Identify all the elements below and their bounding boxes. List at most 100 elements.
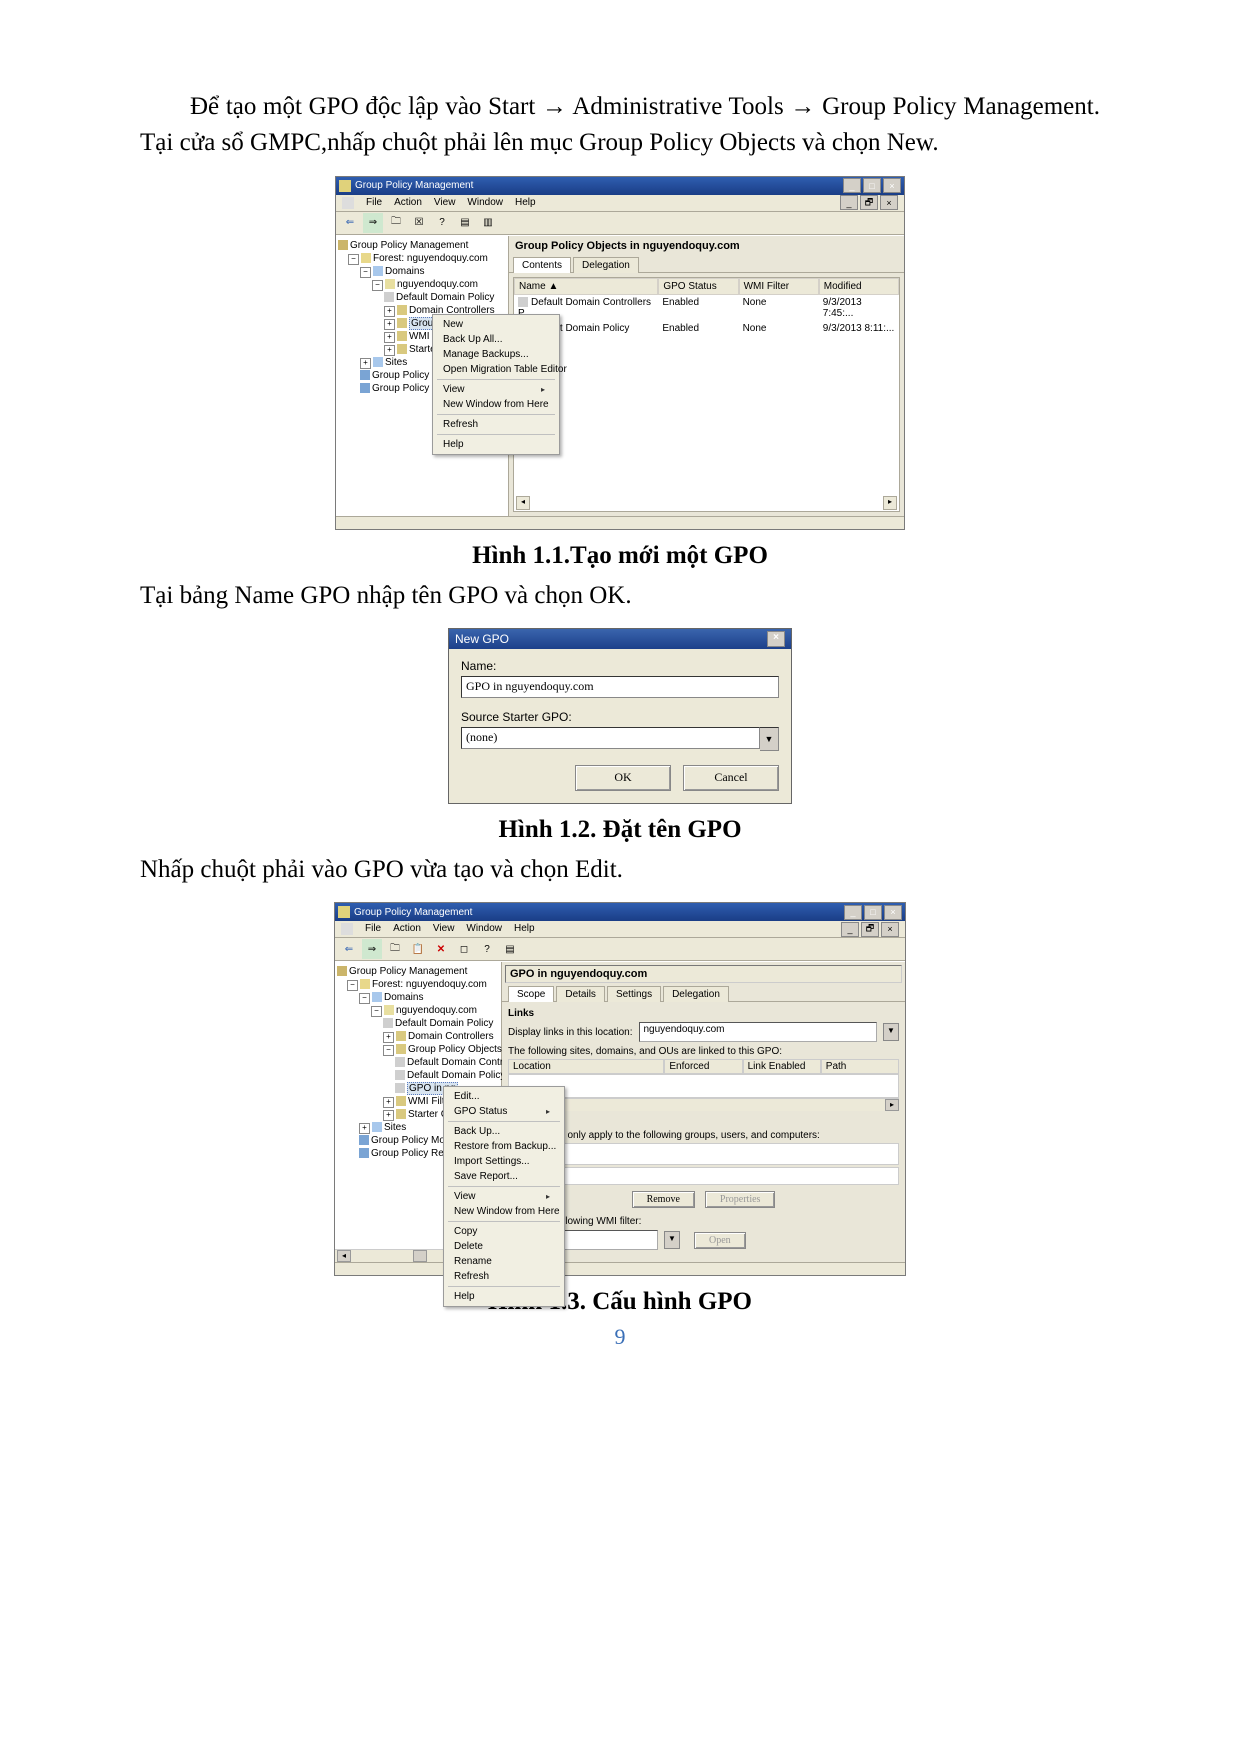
titlebar[interactable]: Group Policy Management _ □ × xyxy=(336,177,904,195)
refresh-button[interactable]: 🗀 xyxy=(386,213,406,233)
menu-window[interactable]: Window xyxy=(467,197,503,209)
tree-dc[interactable]: Domain Controllers xyxy=(408,1031,494,1042)
mdi-close[interactable]: × xyxy=(881,922,899,937)
ctx-new-window[interactable]: New Window from Here xyxy=(444,1204,564,1219)
tree-forest[interactable]: Forest: nguyendoquy.com xyxy=(372,979,487,990)
menu-help[interactable]: Help xyxy=(515,197,536,209)
links-list[interactable] xyxy=(508,1074,899,1098)
tree-domain[interactable]: nguyendoquy.com xyxy=(397,279,478,290)
menu-action[interactable]: Action xyxy=(394,197,422,209)
properties-button[interactable]: ☒ xyxy=(409,213,429,233)
forward-button[interactable]: ⇒ xyxy=(363,213,383,233)
security-list[interactable] xyxy=(508,1167,899,1185)
tree-forest[interactable]: Forest: nguyendoquy.com xyxy=(373,253,488,264)
hdr-name[interactable]: Name ▲ xyxy=(514,278,658,295)
menubar[interactable]: File Action View Window Help _ 🗗 × xyxy=(335,921,905,938)
ctx-edit[interactable]: Edit... xyxy=(444,1089,564,1104)
hscrollbar[interactable]: ◂ ▸ xyxy=(514,497,899,509)
name-input[interactable] xyxy=(461,676,779,698)
dropdown-button[interactable]: ▼ xyxy=(883,1023,899,1041)
maximize-button[interactable]: □ xyxy=(863,178,881,193)
ctx-help[interactable]: Help xyxy=(444,1289,564,1304)
ctx-delete[interactable]: Delete xyxy=(444,1239,564,1254)
dropdown-button[interactable]: ▼ xyxy=(760,727,779,751)
help-button[interactable]: ? xyxy=(477,939,497,959)
tb-6[interactable]: ◻ xyxy=(454,939,474,959)
toolbar-extra2[interactable]: ▥ xyxy=(478,213,498,233)
tab-delegation[interactable]: Delegation xyxy=(573,257,639,273)
menu-view[interactable]: View xyxy=(434,197,456,209)
hdr-path[interactable]: Path xyxy=(821,1059,899,1074)
dialog-titlebar[interactable]: New GPO × xyxy=(449,629,791,649)
list-row[interactable]: Default Domain Policy Enabled None 9/3/2… xyxy=(514,321,899,336)
mdi-close[interactable]: × xyxy=(880,195,898,210)
back-button[interactable]: ⇐ xyxy=(340,213,360,233)
ctx-manage-backups[interactable]: Manage Backups... xyxy=(433,347,559,362)
ctx-gpo-status[interactable]: GPO Status▸ xyxy=(444,1104,564,1119)
dropdown-button[interactable]: ▼ xyxy=(664,1231,680,1249)
ctx-migration[interactable]: Open Migration Table Editor xyxy=(433,362,559,377)
tree-view[interactable]: Group Policy Management −Forest: nguyend… xyxy=(336,236,509,516)
tab-delegation[interactable]: Delegation xyxy=(663,986,729,1002)
tree-gpo[interactable]: Group Policy Objects xyxy=(408,1044,502,1055)
ctx-new[interactable]: New xyxy=(433,317,559,332)
ctx-view[interactable]: View▸ xyxy=(444,1189,564,1204)
ctx-help[interactable]: Help xyxy=(433,437,559,452)
starter-combobox[interactable]: ▼ xyxy=(461,727,779,751)
scroll-right[interactable]: ▸ xyxy=(885,1099,899,1111)
ctx-import[interactable]: Import Settings... xyxy=(444,1154,564,1169)
menu-action[interactable]: Action xyxy=(393,923,421,935)
menubar[interactable]: File Action View Window Help _ 🗗 × xyxy=(336,195,904,212)
scroll-left[interactable]: ◂ xyxy=(337,1250,351,1262)
open-button[interactable]: Open xyxy=(694,1232,746,1249)
mdi-restore[interactable]: 🗗 xyxy=(861,922,879,937)
hdr-enforced[interactable]: Enforced xyxy=(664,1059,742,1074)
tab-contents[interactable]: Contents xyxy=(513,257,571,273)
mdi-min[interactable]: _ xyxy=(840,195,858,210)
tree-ddp[interactable]: Default Domain Policy xyxy=(395,1018,493,1029)
ctx-copy[interactable]: Copy xyxy=(444,1224,564,1239)
tree-view[interactable]: Group Policy Management −Forest: nguyend… xyxy=(335,962,502,1262)
close-button[interactable]: × xyxy=(884,905,902,920)
ok-button[interactable]: OK xyxy=(575,765,671,791)
tb-3[interactable]: 🗀 xyxy=(385,939,405,959)
list-row[interactable]: Default Domain Controllers P... Enabled … xyxy=(514,295,899,321)
ctx-backup-all[interactable]: Back Up All... xyxy=(433,332,559,347)
menu-view[interactable]: View xyxy=(433,923,455,935)
tb-8[interactable]: ▤ xyxy=(500,939,520,959)
tree-ddp[interactable]: Default Domain Policy xyxy=(396,292,494,303)
minimize-button[interactable]: _ xyxy=(844,905,862,920)
ctx-refresh[interactable]: Refresh xyxy=(444,1269,564,1284)
hdr-modified[interactable]: Modified xyxy=(819,278,899,295)
tree-ddp2[interactable]: Default Domain Policy xyxy=(407,1070,505,1081)
menu-window[interactable]: Window xyxy=(466,923,502,935)
mdi-min[interactable]: _ xyxy=(841,922,859,937)
ctx-rename[interactable]: Rename xyxy=(444,1254,564,1269)
menu-help[interactable]: Help xyxy=(514,923,535,935)
ctx-save-report[interactable]: Save Report... xyxy=(444,1169,564,1184)
tree-domains[interactable]: Domains xyxy=(385,266,424,277)
properties-button[interactable]: Properties xyxy=(705,1191,776,1208)
maximize-button[interactable]: □ xyxy=(864,905,882,920)
context-menu[interactable]: New Back Up All... Manage Backups... Ope… xyxy=(432,314,560,455)
ctx-restore[interactable]: Restore from Backup... xyxy=(444,1139,564,1154)
tree-sites[interactable]: Sites xyxy=(384,1122,406,1133)
minimize-button[interactable]: _ xyxy=(843,178,861,193)
ctx-refresh[interactable]: Refresh xyxy=(433,417,559,432)
hdr-linkenabled[interactable]: Link Enabled xyxy=(743,1059,821,1074)
hdr-location[interactable]: Location xyxy=(508,1059,664,1074)
ted-users-header[interactable]: ted Users xyxy=(508,1143,899,1165)
close-button[interactable]: × xyxy=(883,178,901,193)
tree-root[interactable]: Group Policy Management xyxy=(349,966,467,977)
tab-details[interactable]: Details xyxy=(556,986,605,1002)
scroll-right[interactable]: ▸ xyxy=(883,496,897,510)
close-button[interactable]: × xyxy=(767,631,785,647)
toolbar-extra1[interactable]: ▤ xyxy=(455,213,475,233)
forward-button[interactable]: ⇒ xyxy=(362,939,382,959)
tree-root[interactable]: Group Policy Management xyxy=(350,240,468,251)
tab-settings[interactable]: Settings xyxy=(607,986,661,1002)
list-header[interactable]: Name ▲ GPO Status WMI Filter Modified xyxy=(514,278,899,295)
context-menu[interactable]: Edit... GPO Status▸ Back Up... Restore f… xyxy=(443,1086,565,1307)
delete-button[interactable]: ✕ xyxy=(431,939,451,959)
hdr-status[interactable]: GPO Status xyxy=(658,278,738,295)
